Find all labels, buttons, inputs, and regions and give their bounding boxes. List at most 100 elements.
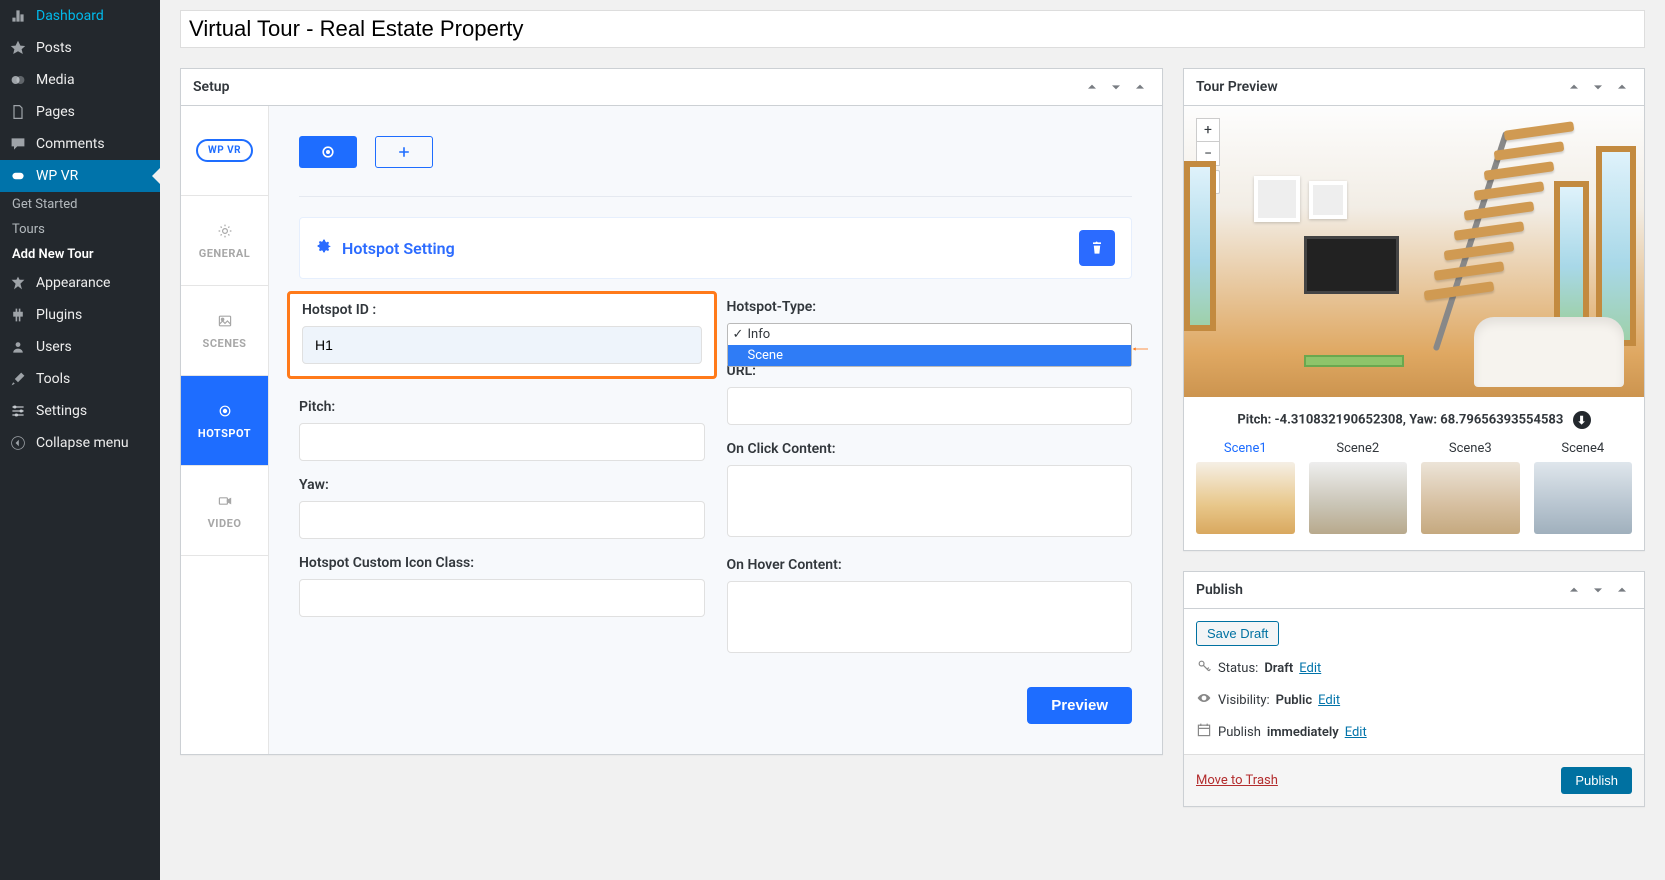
setup-title: Setup xyxy=(193,79,229,95)
preview-button[interactable]: Preview xyxy=(1027,687,1132,724)
tab-general[interactable]: GENERAL xyxy=(181,196,268,286)
hotspot-type-label: Hotspot-Type: xyxy=(727,299,1133,315)
tab-scenes[interactable]: SCENES xyxy=(181,286,268,376)
schedule-line: Publish immediately Edit xyxy=(1196,722,1632,742)
save-draft-button[interactable]: Save Draft xyxy=(1196,621,1279,646)
setup-header: Setup xyxy=(181,69,1162,106)
status-value: Draft xyxy=(1264,661,1293,676)
menu-settings[interactable]: Settings xyxy=(0,395,160,427)
scene-name: Scene2 xyxy=(1309,441,1408,456)
page-title-input[interactable] xyxy=(180,10,1645,48)
image-icon xyxy=(215,311,235,331)
scene-thumb-2[interactable]: Scene2 xyxy=(1309,441,1408,534)
onclick-textarea[interactable] xyxy=(727,465,1133,537)
tab-hotspot[interactable]: HOTSPOT xyxy=(181,376,268,466)
video-icon xyxy=(215,491,235,511)
calendar-icon xyxy=(1196,722,1212,742)
admin-sidebar: Dashboard Posts Media Pages Comments WP … xyxy=(0,0,160,880)
tour-preview-panel: Tour Preview + − xyxy=(1183,68,1645,551)
submenu-tours[interactable]: Tours xyxy=(0,217,160,242)
publish-title: Publish xyxy=(1196,582,1243,598)
tab-label: VIDEO xyxy=(208,517,242,530)
menu-label: WP VR xyxy=(36,168,78,184)
menu-media[interactable]: Media xyxy=(0,64,160,96)
menu-appearance[interactable]: Appearance xyxy=(0,267,160,299)
zoom-in-button[interactable]: + xyxy=(1196,118,1220,142)
collapse-icon xyxy=(8,433,28,453)
hotspot-tab-button[interactable] xyxy=(299,136,357,168)
icon-class-input[interactable] xyxy=(299,579,705,617)
edit-status-link[interactable]: Edit xyxy=(1299,661,1321,676)
scene-thumb-3[interactable]: Scene3 xyxy=(1421,441,1520,534)
publish-button[interactable]: Publish xyxy=(1561,767,1632,794)
tab-video[interactable]: VIDEO xyxy=(181,466,268,556)
icon-class-label: Hotspot Custom Icon Class: xyxy=(299,555,705,571)
main-content: Setup WP VR xyxy=(160,0,1665,880)
yaw-label: Yaw: xyxy=(299,477,705,493)
menu-comments[interactable]: Comments xyxy=(0,128,160,160)
annotation-arrow-icon xyxy=(1132,341,1148,357)
menu-label: Dashboard xyxy=(36,8,104,24)
edit-visibility-link[interactable]: Edit xyxy=(1318,693,1340,708)
page-icon xyxy=(8,102,28,122)
toggle-panel-icon[interactable] xyxy=(1612,580,1632,600)
edit-schedule-link[interactable]: Edit xyxy=(1345,725,1367,740)
setup-panel: Setup WP VR xyxy=(180,68,1163,755)
move-down-icon[interactable] xyxy=(1588,580,1608,600)
menu-label: Media xyxy=(36,72,75,88)
wpvr-logo-text: WP VR xyxy=(196,139,253,162)
hotspot-id-input[interactable] xyxy=(302,326,702,364)
visibility-value: Public xyxy=(1276,693,1312,708)
scene-thumbnails: Scene1 Scene2 Scene3 xyxy=(1184,441,1644,550)
menu-dashboard[interactable]: Dashboard xyxy=(0,0,160,32)
move-to-trash-link[interactable]: Move to Trash xyxy=(1196,773,1278,788)
setup-tabs: WP VR GENERAL SCENES xyxy=(181,106,269,754)
menu-label: Pages xyxy=(36,104,75,120)
menu-pages[interactable]: Pages xyxy=(0,96,160,128)
target-icon xyxy=(215,401,235,421)
tab-label: GENERAL xyxy=(199,247,251,260)
gear-icon xyxy=(316,238,332,258)
onhover-label: On Hover Content: xyxy=(727,557,1133,573)
url-input[interactable] xyxy=(727,387,1133,425)
toggle-panel-icon[interactable] xyxy=(1130,77,1150,97)
delete-hotspot-button[interactable] xyxy=(1079,230,1115,266)
pitch-yaw-readout: Pitch: -4.310832190652308, Yaw: 68.79656… xyxy=(1184,397,1644,441)
option-info[interactable]: Info xyxy=(728,324,1132,345)
toggle-panel-icon[interactable] xyxy=(1612,77,1632,97)
scene-thumb-1[interactable]: Scene1 xyxy=(1196,441,1295,534)
menu-users[interactable]: Users xyxy=(0,331,160,363)
download-icon[interactable]: ⬇ xyxy=(1573,411,1591,429)
option-scene[interactable]: Scene xyxy=(728,345,1132,366)
menu-plugins[interactable]: Plugins xyxy=(0,299,160,331)
move-up-icon[interactable] xyxy=(1082,77,1102,97)
hotspot-setting-bar: Hotspot Setting xyxy=(299,217,1132,279)
move-down-icon[interactable] xyxy=(1588,77,1608,97)
panorama-viewer[interactable]: + − xyxy=(1184,106,1644,397)
menu-label: Plugins xyxy=(36,307,82,323)
menu-label: Tools xyxy=(36,371,70,387)
hotspot-id-highlight: Hotspot ID : xyxy=(287,291,717,379)
move-down-icon[interactable] xyxy=(1106,77,1126,97)
scene-name: Scene4 xyxy=(1534,441,1633,456)
menu-posts[interactable]: Posts xyxy=(0,32,160,64)
scene-thumb-4[interactable]: Scene4 xyxy=(1534,441,1633,534)
scene-name: Scene3 xyxy=(1421,441,1520,456)
tour-preview-title: Tour Preview xyxy=(1196,79,1278,95)
move-up-icon[interactable] xyxy=(1564,580,1584,600)
submenu-add-new-tour[interactable]: Add New Tour xyxy=(0,242,160,267)
menu-tools[interactable]: Tools xyxy=(0,363,160,395)
appearance-icon xyxy=(8,273,28,293)
yaw-input[interactable] xyxy=(299,501,705,539)
pitch-input[interactable] xyxy=(299,423,705,461)
menu-wpvr[interactable]: WP VR xyxy=(0,160,160,192)
add-hotspot-button[interactable] xyxy=(375,136,433,168)
submenu-get-started[interactable]: Get Started xyxy=(0,192,160,217)
visibility-line: Visibility: Public Edit xyxy=(1196,690,1632,710)
onhover-textarea[interactable] xyxy=(727,581,1133,653)
move-up-icon[interactable] xyxy=(1564,77,1584,97)
wpvr-logo: WP VR xyxy=(181,106,268,196)
menu-collapse[interactable]: Collapse menu xyxy=(0,427,160,459)
tab-label: HOTSPOT xyxy=(198,427,251,440)
media-icon xyxy=(8,70,28,90)
